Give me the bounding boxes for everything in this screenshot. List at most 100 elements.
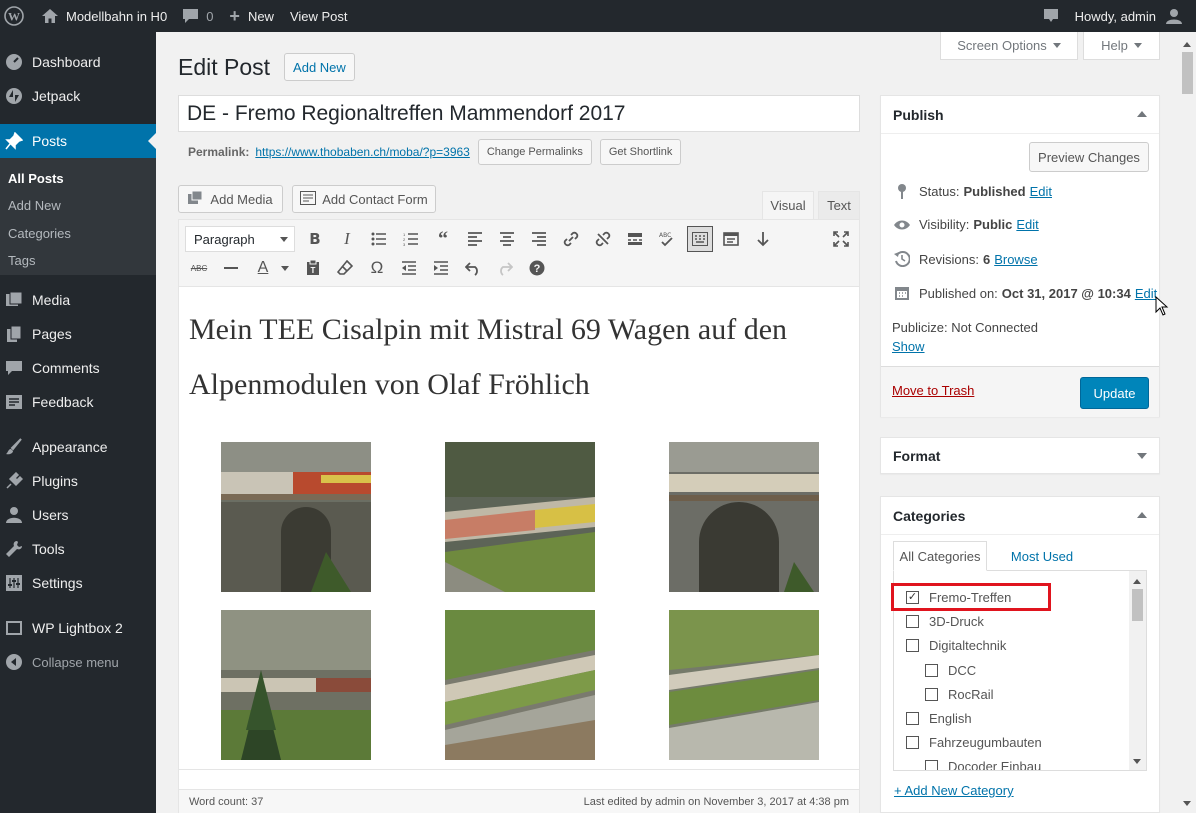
page-scrollbar[interactable] — [1179, 32, 1196, 813]
menu-feedback[interactable]: Feedback — [0, 385, 156, 419]
redo-icon[interactable] — [494, 257, 516, 279]
new-content-link[interactable]: + New — [221, 0, 282, 32]
checkbox[interactable] — [925, 688, 938, 701]
align-right-icon[interactable] — [528, 228, 550, 250]
checkbox[interactable] — [906, 736, 919, 749]
category-item[interactable]: Docoder Einbau — [925, 759, 1041, 770]
categories-box-title[interactable]: Categories — [881, 497, 1159, 535]
menu-jetpack[interactable]: Jetpack — [0, 79, 156, 113]
menu-comments[interactable]: Comments — [0, 351, 156, 385]
special-character-icon[interactable]: Ω — [366, 257, 388, 279]
change-permalinks-button[interactable]: Change Permalinks — [477, 139, 592, 165]
menu-settings[interactable]: Settings — [0, 566, 156, 600]
horizontal-line-icon[interactable] — [220, 257, 242, 279]
wordpress-logo-icon[interactable]: W — [0, 0, 34, 32]
checkbox[interactable] — [906, 639, 919, 652]
text-color-icon[interactable]: A — [252, 257, 274, 279]
menu-users[interactable]: Users — [0, 498, 156, 532]
submenu-all-posts[interactable]: All Posts — [0, 165, 156, 192]
get-shortlink-button[interactable]: Get Shortlink — [599, 139, 682, 165]
site-name-link[interactable]: Modellbahn in H0 — [34, 0, 175, 32]
menu-plugins[interactable]: Plugins — [0, 464, 156, 498]
gallery-photo-5[interactable] — [445, 610, 595, 760]
scrollbar-thumb[interactable] — [1182, 52, 1193, 94]
submenu-tags[interactable]: Tags — [0, 247, 156, 274]
numbered-list-icon[interactable]: 123 — [400, 228, 422, 250]
category-item[interactable]: 3D-Druck — [906, 614, 984, 629]
comments-link[interactable]: 0 — [175, 0, 221, 32]
tab-most-used[interactable]: Most Used — [995, 541, 1089, 571]
format-select[interactable]: Paragraph — [185, 226, 295, 252]
menu-wp-lightbox[interactable]: WP Lightbox 2 — [0, 611, 156, 645]
edit-date-link[interactable]: Edit — [1135, 286, 1157, 301]
help-button[interactable]: Help — [1083, 32, 1160, 60]
category-item[interactable]: DCC — [925, 663, 976, 678]
checklist-scrollbar[interactable] — [1129, 571, 1146, 770]
menu-media[interactable]: Media — [0, 283, 156, 317]
edit-status-link[interactable]: Edit — [1030, 184, 1052, 199]
category-item[interactable]: Digitaltechnik — [906, 638, 1006, 653]
preview-changes-button[interactable]: Preview Changes — [1029, 142, 1149, 172]
bullet-list-icon[interactable] — [368, 228, 390, 250]
strikethrough-icon[interactable]: ABC — [188, 257, 210, 279]
gallery-photo-3[interactable] — [669, 442, 819, 592]
align-left-icon[interactable] — [464, 228, 486, 250]
checkbox[interactable] — [906, 712, 919, 725]
edit-visibility-link[interactable]: Edit — [1016, 217, 1038, 232]
menu-tools[interactable]: Tools — [0, 532, 156, 566]
content-heading[interactable]: Mein TEE Cisalpin mit Mistral 69 Wagen a… — [189, 302, 859, 412]
distraction-free-icon[interactable] — [720, 228, 742, 250]
menu-dashboard[interactable]: Dashboard — [0, 45, 156, 79]
outdent-icon[interactable] — [398, 257, 420, 279]
scrollbar-thumb[interactable] — [1132, 589, 1143, 621]
scroll-down-icon[interactable] — [1183, 801, 1191, 810]
expand-arrow-icon[interactable] — [1137, 453, 1147, 464]
paste-text-icon[interactable]: T — [302, 257, 324, 279]
add-new-button[interactable]: Add New — [284, 53, 355, 81]
gallery-photo-4[interactable] — [221, 610, 371, 760]
toolbar-toggle-icon[interactable] — [687, 226, 713, 252]
menu-appearance[interactable]: Appearance — [0, 430, 156, 464]
submenu-add-new[interactable]: Add New — [0, 192, 156, 219]
my-account-link[interactable]: Howdy, admin — [1067, 0, 1196, 32]
notes-link[interactable] — [1035, 0, 1067, 32]
scroll-up-icon[interactable] — [1183, 38, 1191, 47]
scroll-down-icon[interactable] — [1133, 759, 1141, 768]
tab-text[interactable]: Text — [818, 191, 860, 219]
add-new-category-link[interactable]: + Add New Category — [894, 783, 1014, 798]
bold-icon[interactable]: B — [304, 228, 326, 250]
italic-icon[interactable]: I — [336, 228, 358, 250]
scroll-up-icon[interactable] — [1133, 575, 1141, 584]
tab-all-categories[interactable]: All Categories — [893, 541, 987, 571]
category-item[interactable]: Fahrzeugumbauten — [906, 735, 1042, 750]
undo-icon[interactable] — [462, 257, 484, 279]
submenu-categories[interactable]: Categories — [0, 220, 156, 247]
format-box-title[interactable]: Format — [881, 438, 1159, 474]
view-post-link[interactable]: View Post — [282, 0, 356, 32]
collapse-arrow-icon[interactable] — [1137, 106, 1147, 117]
align-center-icon[interactable] — [496, 228, 518, 250]
indent-icon[interactable] — [430, 257, 452, 279]
checkbox[interactable] — [906, 615, 919, 628]
category-item[interactable]: English — [906, 711, 972, 726]
menu-collapse[interactable]: Collapse menu — [0, 645, 156, 679]
gallery-photo-6[interactable] — [669, 610, 819, 760]
keyboard-shortcuts-icon[interactable]: ? — [526, 257, 548, 279]
gallery-photo-1[interactable] — [221, 442, 371, 592]
read-more-icon[interactable] — [624, 228, 646, 250]
caret-down-icon[interactable] — [281, 266, 289, 275]
screen-options-button[interactable]: Screen Options — [940, 32, 1078, 60]
post-title-input[interactable]: DE - Fremo Regionaltreffen Mammendorf 20… — [178, 95, 860, 132]
checkbox[interactable] — [925, 760, 938, 770]
menu-posts[interactable]: Posts — [0, 124, 156, 158]
gallery-photo-2[interactable] — [445, 442, 595, 592]
permalink-link[interactable]: https://www.thobaben.ch/moba/?p=3963 — [255, 145, 469, 159]
checkbox[interactable] — [925, 664, 938, 677]
blockquote-icon[interactable]: “ — [432, 228, 454, 250]
category-item[interactable]: RocRail — [925, 687, 994, 702]
add-media-button[interactable]: Add Media — [178, 185, 283, 213]
insert-link-icon[interactable] — [560, 228, 582, 250]
unlink-icon[interactable] — [592, 228, 614, 250]
browse-revisions-link[interactable]: Browse — [994, 252, 1037, 267]
publish-box-title[interactable]: Publish — [881, 96, 1159, 134]
